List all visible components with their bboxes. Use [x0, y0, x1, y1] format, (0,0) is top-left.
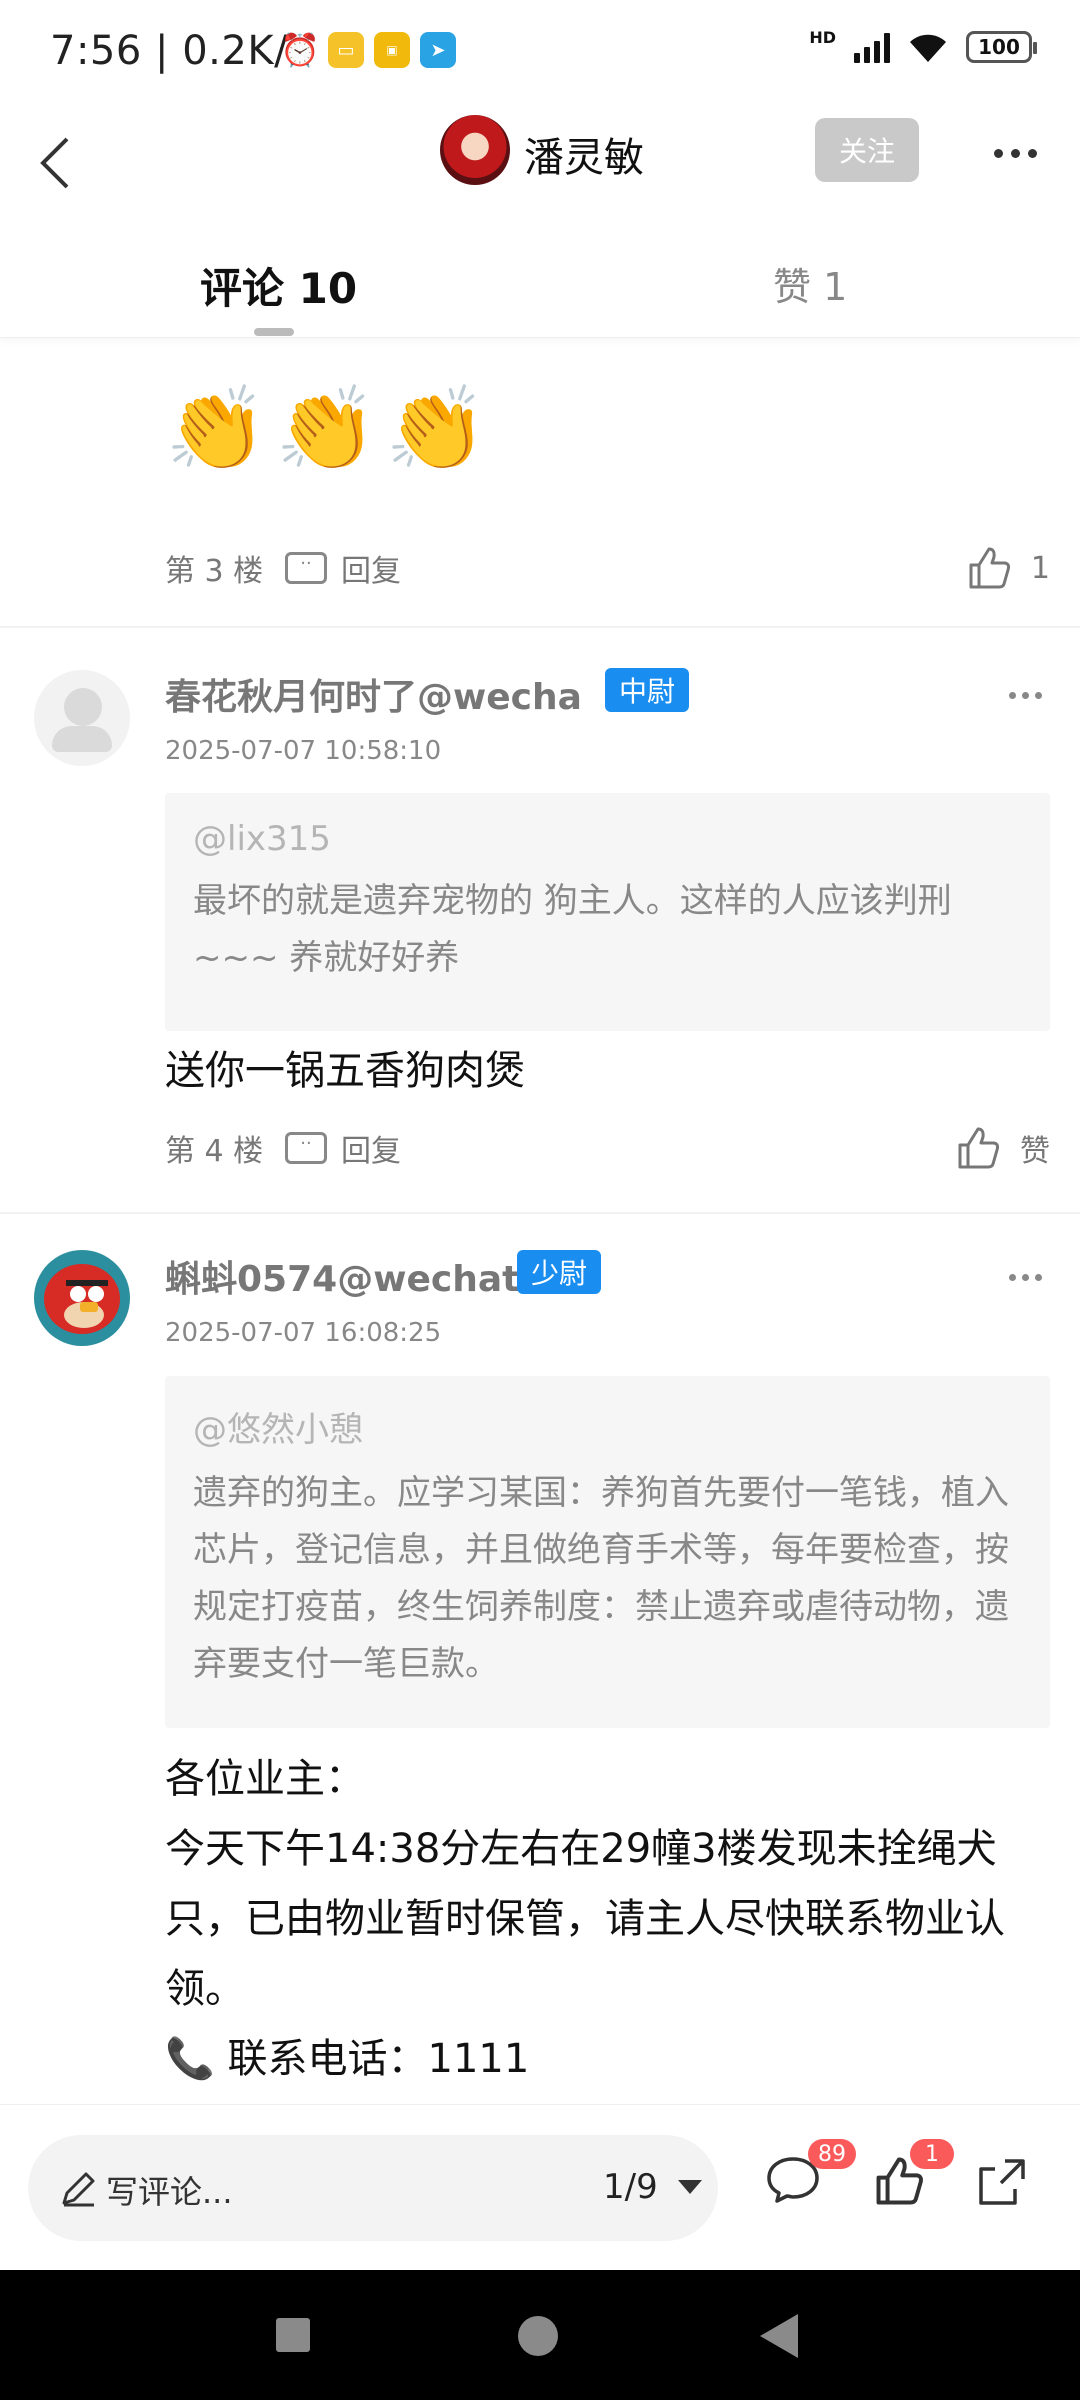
wifi-icon	[910, 34, 946, 62]
comment-line: 📞 联系电话：1111	[165, 2036, 530, 2082]
clap-emoji-row: 👏 👏 👏	[165, 380, 487, 480]
dot-icon	[1009, 692, 1016, 699]
floor-number: 第 4 楼	[165, 1134, 264, 1169]
comment-footer: 第 4 楼 回复 赞	[165, 1118, 1050, 1178]
avatar[interactable]	[34, 1250, 130, 1346]
recent-apps-button[interactable]	[276, 2318, 310, 2352]
author-name[interactable]: 春花秋月何时了@wecha	[165, 668, 595, 720]
quote-user[interactable]: @lix315	[193, 819, 1022, 859]
like-button[interactable]: 赞	[956, 1125, 1050, 1171]
comment-line: 各位业主：	[165, 1756, 365, 1802]
like-count-badge: 1	[910, 2139, 954, 2169]
like-count: 1	[1030, 550, 1050, 586]
dot-icon	[1035, 692, 1042, 699]
dot-icon	[1009, 1274, 1016, 1281]
comment-more-button[interactable]	[1009, 692, 1042, 699]
tab-comments[interactable]: 评论 10	[200, 255, 357, 316]
floor-number: 第 3 楼	[165, 554, 264, 589]
clap-icon: 👏	[275, 382, 378, 477]
page-indicator[interactable]: 1/9	[603, 2167, 658, 2207]
rank-badge: 少尉	[517, 1250, 602, 1294]
dot-icon	[1022, 1274, 1029, 1281]
reply-button[interactable]: 回复	[285, 546, 401, 590]
comment-text: 各位业主： 今天下午14:38分左右在29幢3楼发现未拴绳犬只，已由物业暂时保管…	[165, 1744, 1045, 2094]
bird-brow	[66, 1280, 108, 1286]
system-nav-bar	[0, 2270, 1080, 2400]
clap-icon: 👏	[385, 382, 488, 477]
status-right: HD 100	[809, 27, 1037, 64]
battery-level: 100	[978, 35, 1020, 59]
author-name[interactable]: 蝌蚪0574@wechat	[165, 1250, 525, 1302]
quote-text: 遗弃的狗主。应学习某国：养狗首先要付一笔钱，植入芯片，登记信息，并且做绝育手术等…	[193, 1473, 1009, 1684]
quote-text: 最坏的就是遗弃宠物的 狗主人。这样的人应该判刑~~~ 养就好好养	[193, 881, 952, 978]
write-comment-input[interactable]: 写评论... 1/9	[28, 2135, 718, 2241]
header: 潘灵敏 关注	[0, 110, 1080, 230]
comment-footer: 第 3 楼 回复 1	[165, 538, 1050, 598]
follow-button[interactable]: 关注	[815, 118, 919, 182]
dot-icon	[1010, 148, 1020, 158]
rank-badge: 中尉	[605, 668, 690, 712]
reply-icon	[285, 1132, 327, 1164]
clap-icon: 👏	[165, 382, 268, 477]
dot-icon	[1022, 692, 1029, 699]
thumbs-up-icon	[969, 547, 1010, 589]
timestamp: 2025-07-07 10:58:10	[165, 736, 442, 766]
telegram-icon: ➤	[420, 32, 456, 68]
battery-icon: 100	[966, 31, 1037, 63]
comment-count-badge: 89	[808, 2139, 856, 2169]
back-button[interactable]	[20, 128, 90, 198]
app-notification-icon: ▣	[374, 32, 410, 68]
bottom-bar: 写评论... 1/9 89 1	[0, 2104, 1080, 2270]
comment-line: 今天下午14:38分左右在29幢3楼发现未拴绳犬只，已由物业暂时保管，请主人尽快…	[165, 1826, 1005, 2012]
signal-icon	[854, 31, 890, 63]
comment-list: 👏 👏 👏 第 3 楼 回复 1 春花秋月何时了@wecha 中尉	[0, 338, 1080, 2104]
reply-label: 回复	[341, 554, 401, 589]
pencil-icon	[62, 2172, 95, 2207]
status-time: 7:56 | 0.2K/s	[50, 28, 310, 74]
write-placeholder: 写评论...	[106, 2173, 233, 2211]
reply-label: 回复	[341, 1134, 401, 1169]
bird-eye	[70, 1286, 86, 1302]
caret-down-icon[interactable]	[678, 2180, 702, 2194]
quoted-comment[interactable]: @lix315 最坏的就是遗弃宠物的 狗主人。这样的人应该判刑~~~ 养就好好养	[165, 793, 1050, 1031]
bird-eye	[88, 1286, 104, 1302]
comment-text: 送你一锅五香狗肉煲	[165, 1048, 525, 1094]
status-bar: 7:56 | 0.2K/s ⏰ ▭ ▣ ➤ HD 100	[0, 0, 1080, 110]
reply-icon	[285, 552, 327, 584]
book-app-icon: ▭	[328, 32, 364, 68]
alarm-icon: ⏰	[280, 31, 320, 69]
thumbs-up-icon	[958, 1127, 1000, 1169]
bird-beak	[80, 1302, 98, 1312]
network-type: HD	[809, 27, 836, 47]
comment-more-button[interactable]	[1009, 1274, 1042, 1281]
tab-likes[interactable]: 赞 1	[773, 256, 847, 311]
like-label: 赞	[1020, 1134, 1050, 1169]
quoted-comment[interactable]: @悠然小憩 遗弃的狗主。应学习某国：养狗首先要付一笔钱，植入芯片，登记信息，并且…	[165, 1376, 1050, 1728]
chevron-left-icon	[40, 137, 69, 189]
reply-button[interactable]: 回复	[285, 1126, 401, 1170]
comment-item: 👏 👏 👏 第 3 楼 回复 1	[0, 338, 1080, 628]
dot-icon	[1027, 148, 1037, 158]
avatar[interactable]	[34, 670, 130, 766]
more-options-button[interactable]	[980, 128, 1050, 178]
share-icon[interactable]	[975, 2155, 1029, 2209]
quote-user[interactable]: @悠然小憩	[193, 1402, 1022, 1451]
tab-active-indicator	[254, 328, 294, 336]
timestamp: 2025-07-07 16:08:25	[165, 1318, 442, 1348]
comment-item: 蝌蚪0574@wechat 少尉 2025-07-07 16:08:25 @悠然…	[0, 1214, 1080, 2104]
comment-item: 春花秋月何时了@wecha 中尉 2025-07-07 10:58:10 @li…	[0, 628, 1080, 1210]
user-name[interactable]: 潘灵敏	[524, 125, 644, 183]
tab-bar: 评论 10 赞 1	[0, 230, 1080, 338]
user-avatar[interactable]	[440, 115, 510, 185]
dot-icon	[1035, 1274, 1042, 1281]
home-button[interactable]	[518, 2316, 558, 2356]
system-back-button[interactable]	[760, 2314, 798, 2358]
like-button[interactable]: 1	[967, 545, 1050, 591]
dot-icon	[993, 148, 1003, 158]
notification-icons: ⏰ ▭ ▣ ➤	[280, 31, 456, 69]
